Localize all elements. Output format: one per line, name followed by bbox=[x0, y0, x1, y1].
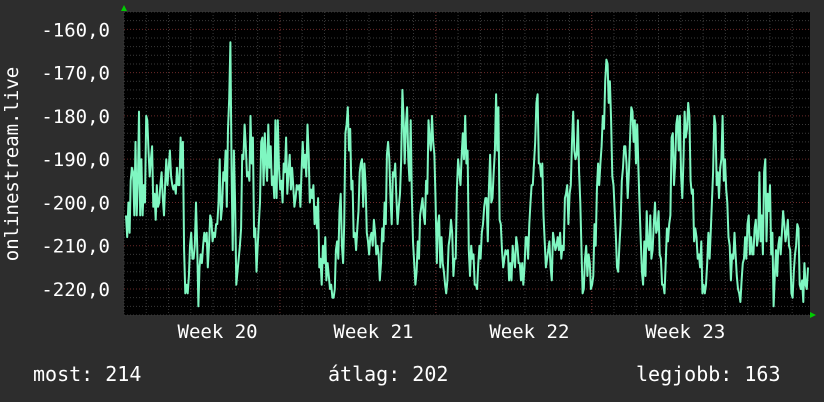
y-axis-ticks: -160,0 -170,0 -180,0 -190,0 -200,0 -210,0 -220… bbox=[41, 19, 110, 301]
footer-current: most: 214 bbox=[33, 362, 142, 386]
y-tick-label: -180,0 bbox=[41, 106, 110, 128]
footer-average: átlag: 202 bbox=[328, 362, 449, 386]
y-tick-label: -160,0 bbox=[41, 19, 110, 41]
y-tick-label: -220,0 bbox=[41, 279, 110, 301]
x-tick-label: Week 20 bbox=[178, 321, 258, 343]
x-axis-arrow-icon bbox=[810, 312, 816, 318]
y-tick-label: -170,0 bbox=[41, 63, 110, 85]
chart: -160,0 -170,0 -180,0 -190,0 -200,0 -210,0 -220… bbox=[1, 5, 816, 343]
x-tick-label: Week 23 bbox=[645, 321, 725, 343]
x-axis-ticks: Week 20 Week 21 Week 22 Week 23 bbox=[178, 321, 726, 343]
footer-best: legjobb: 163 bbox=[636, 362, 781, 386]
y-tick-label: -200,0 bbox=[41, 192, 110, 214]
y-axis-title: onlinestream.live bbox=[1, 67, 23, 261]
y-axis-arrow-icon bbox=[121, 5, 127, 11]
x-tick-label: Week 22 bbox=[489, 321, 569, 343]
y-tick-label: -190,0 bbox=[41, 149, 110, 171]
y-tick-label: -210,0 bbox=[41, 236, 110, 258]
x-tick-label: Week 21 bbox=[333, 321, 413, 343]
